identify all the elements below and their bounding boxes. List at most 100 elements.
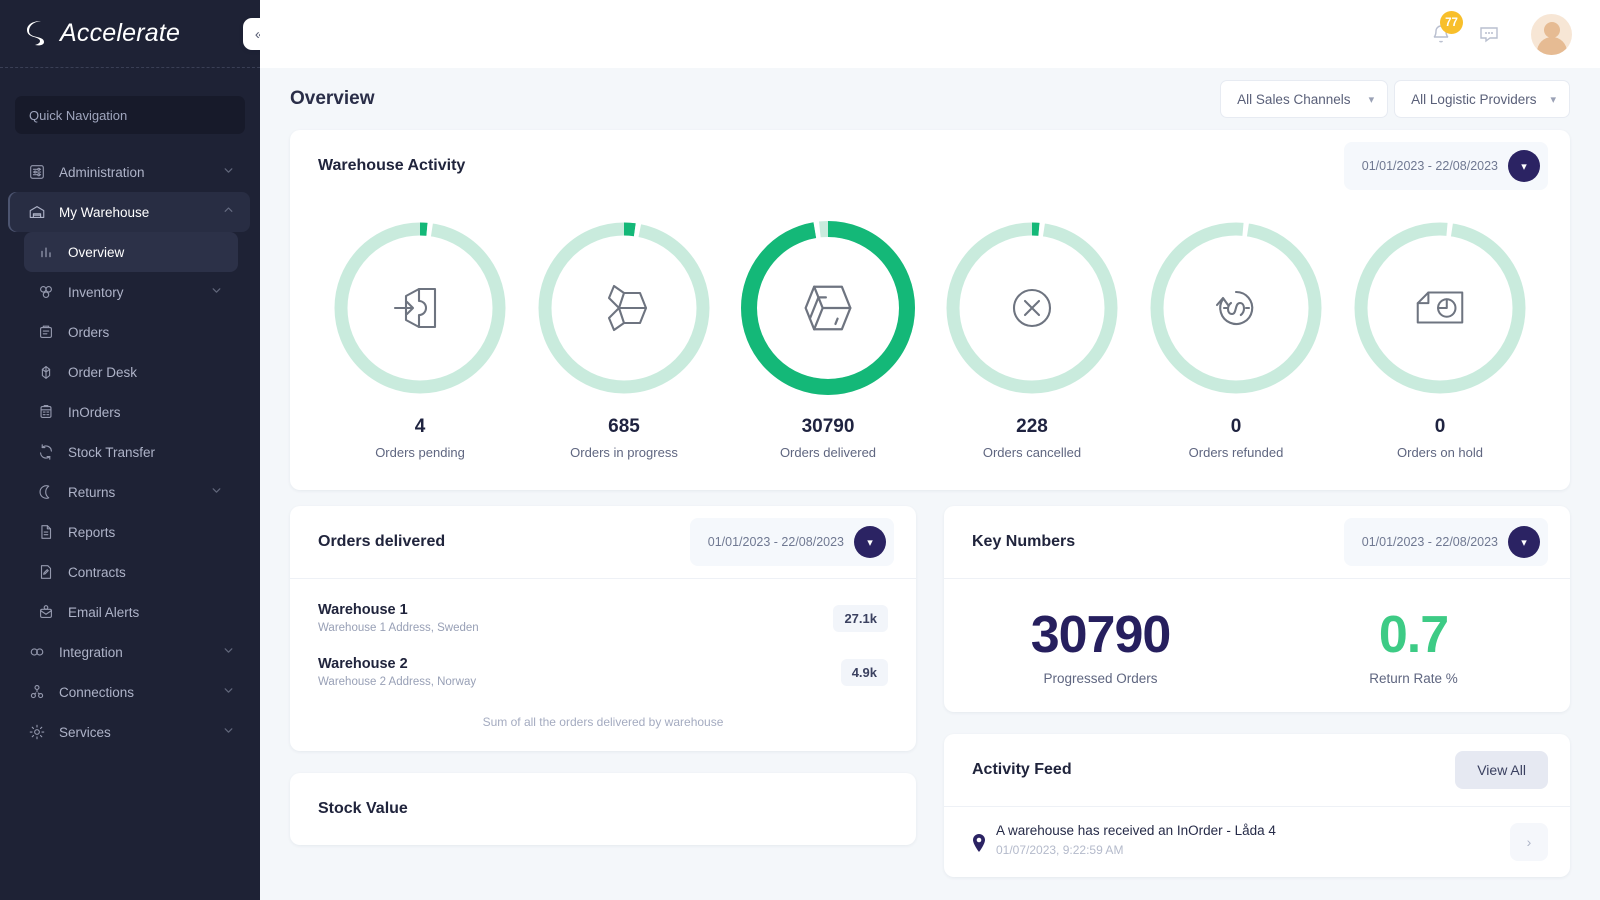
orders-delivered-title: Orders delivered [318, 533, 445, 551]
orders-delivered-header: Orders delivered 01/01/2023 - 22/08/2023… [290, 506, 916, 578]
sidebar-item-my-warehouse[interactable]: My Warehouse [10, 192, 250, 232]
chevron-down-icon[interactable] [209, 283, 224, 301]
warehouse-icon [27, 203, 46, 222]
page-content: Overview All Sales Channels ▾ All Logist… [260, 68, 1600, 900]
gear-icon [27, 723, 46, 742]
sidebar-item-label: Services [59, 725, 221, 740]
chevron-up-icon[interactable] [221, 203, 236, 221]
open-box-icon [534, 218, 714, 398]
sidebar-item-overview[interactable]: Overview [24, 232, 238, 272]
sidebar-item-inorders[interactable]: InOrders [24, 392, 238, 432]
activity-feed-card: Activity Feed View All A wa [944, 734, 1570, 877]
view-all-button[interactable]: View All [1455, 751, 1548, 789]
sidebar-item-label: Returns [68, 485, 209, 500]
sidebar-item-label: Orders [68, 325, 238, 340]
date-range-label: 01/01/2023 - 22/08/2023 [1362, 159, 1498, 173]
sidebar-item-order-desk[interactable]: Order Desk [24, 352, 238, 392]
sidebar-item-services[interactable]: Services [10, 712, 250, 752]
orders-delivered-footnote: Sum of all the orders delivered by wareh… [290, 699, 916, 751]
chevron-down-icon[interactable]: ▾ [854, 526, 886, 558]
refund-dollar-icon [1146, 218, 1326, 398]
accelerate-logo-icon [24, 19, 50, 49]
map-pin-icon [972, 834, 986, 857]
key-numbers-card: Key Numbers 01/01/2023 - 22/08/2023 ▾ 30… [944, 506, 1570, 712]
warehouse-info: Warehouse 2Warehouse 2 Address, Norway [318, 656, 476, 688]
inbox-download-icon [330, 218, 510, 398]
donut-chart [942, 218, 1122, 398]
sidebar-brand[interactable]: Accelerate [0, 0, 260, 68]
metric-label: Progressed Orders [944, 671, 1257, 686]
sidebar-item-reports[interactable]: Reports [24, 512, 238, 552]
avatar[interactable] [1531, 14, 1572, 55]
sidebar-item-stock-transfer[interactable]: Stock Transfer [24, 432, 238, 472]
metric-value: 0.7 [1257, 605, 1570, 665]
order-desk-icon [36, 363, 55, 382]
sidebar-item-inventory[interactable]: Inventory [24, 272, 238, 312]
chat-bubble-icon [1477, 22, 1501, 46]
chevron-down-icon[interactable] [221, 163, 236, 181]
donut-chart [1350, 218, 1530, 398]
sidebar-item-contracts[interactable]: Contracts [24, 552, 238, 592]
sidebar: Accelerate « Quick Navigation Administra… [0, 0, 260, 900]
warehouse-delivered-count: 4.9k [841, 659, 888, 686]
donut-label: Orders pending [375, 445, 465, 460]
main-area: 77 Overview [260, 0, 1600, 900]
sidebar-item-email-alerts[interactable]: Email Alerts [24, 592, 238, 632]
chevron-down-icon[interactable] [221, 683, 236, 701]
contract-edit-icon [36, 563, 55, 582]
key-numbers-date-range[interactable]: 01/01/2023 - 22/08/2023 ▾ [1344, 518, 1548, 566]
chevron-right-icon[interactable]: › [1510, 823, 1548, 861]
boxes-icon [36, 283, 55, 302]
dashboard-lower-grid: Orders delivered 01/01/2023 - 22/08/2023… [290, 506, 1570, 877]
warehouse-name: Warehouse 1 [318, 602, 479, 618]
donut-value: 228 [1016, 416, 1048, 438]
avatar-body [1537, 37, 1567, 55]
right-column: Key Numbers 01/01/2023 - 22/08/2023 ▾ 30… [944, 506, 1570, 877]
sidebar-item-orders[interactable]: Orders [24, 312, 238, 352]
chevron-down-icon[interactable] [221, 643, 236, 661]
chevron-down-icon: ▾ [1369, 93, 1375, 106]
activity-donut-orders-cancelled: 228Orders cancelled [942, 218, 1122, 460]
sidebar-item-label: Connections [59, 685, 221, 700]
page-header: Overview All Sales Channels ▾ All Logist… [290, 68, 1570, 130]
sidebar-item-connections[interactable]: Connections [10, 672, 250, 712]
topbar-icons: 77 [1429, 14, 1572, 55]
activity-feed-item[interactable]: A warehouse has received an InOrder - Lå… [944, 806, 1570, 877]
messages-button[interactable] [1477, 22, 1501, 46]
sidebar-item-returns[interactable]: Returns [24, 472, 238, 512]
chevron-down-icon[interactable]: ▾ [1508, 526, 1540, 558]
donut-value: 0 [1435, 416, 1446, 438]
notifications-button[interactable]: 77 [1429, 22, 1453, 46]
chevron-down-icon[interactable]: ▾ [1508, 150, 1540, 182]
donut-chart [330, 218, 510, 398]
chevron-down-icon: ▾ [1550, 93, 1556, 106]
orders-delivered-date-range[interactable]: 01/01/2023 - 22/08/2023 ▾ [690, 518, 894, 566]
sidebar-item-integration[interactable]: Integration [10, 632, 250, 672]
warehouse-row[interactable]: Warehouse 1Warehouse 1 Address, Sweden27… [318, 591, 888, 645]
donut-label: Orders on hold [1397, 445, 1483, 460]
donut-label: Orders delivered [780, 445, 876, 460]
activity-donut-orders-on-hold: 0 Orders on hold [1350, 218, 1530, 460]
key-numbers-metrics: 30790 Progressed Orders 0.7 Return Rate … [944, 578, 1570, 712]
orders-delivered-card: Orders delivered 01/01/2023 - 22/08/2023… [290, 506, 916, 751]
sidebar-collapse-button[interactable]: « [243, 18, 260, 50]
sales-channel-select[interactable]: All Sales Channels ▾ [1220, 80, 1388, 118]
left-column: Orders delivered 01/01/2023 - 22/08/2023… [290, 506, 916, 877]
warehouse-activity-date-range[interactable]: 01/01/2023 - 22/08/2023 ▾ [1344, 142, 1548, 190]
logistic-provider-select[interactable]: All Logistic Providers ▾ [1394, 80, 1570, 118]
warehouse-name: Warehouse 2 [318, 656, 476, 672]
activity-donut-orders-delivered: 30790Orders delivered [738, 218, 918, 460]
activity-feed-item-time: 01/07/2023, 9:22:59 AM [996, 843, 1500, 857]
chevron-down-icon[interactable] [209, 483, 224, 501]
report-document-icon [36, 523, 55, 542]
warehouse-row[interactable]: Warehouse 2Warehouse 2 Address, Norway 4.… [318, 645, 888, 699]
key-numbers-title: Key Numbers [972, 533, 1075, 551]
quick-navigation-input[interactable]: Quick Navigation [15, 96, 245, 134]
chevron-down-icon[interactable] [221, 723, 236, 741]
inorders-clipboard-icon [36, 403, 55, 422]
donut-value: 0 [1231, 416, 1242, 438]
refresh-arrows-icon [36, 443, 55, 462]
warehouse-activity-card: Warehouse Activity 01/01/2023 - 22/08/20… [290, 130, 1570, 490]
sidebar-item-administration[interactable]: Administration [10, 152, 250, 192]
closed-box-icon [738, 218, 918, 398]
